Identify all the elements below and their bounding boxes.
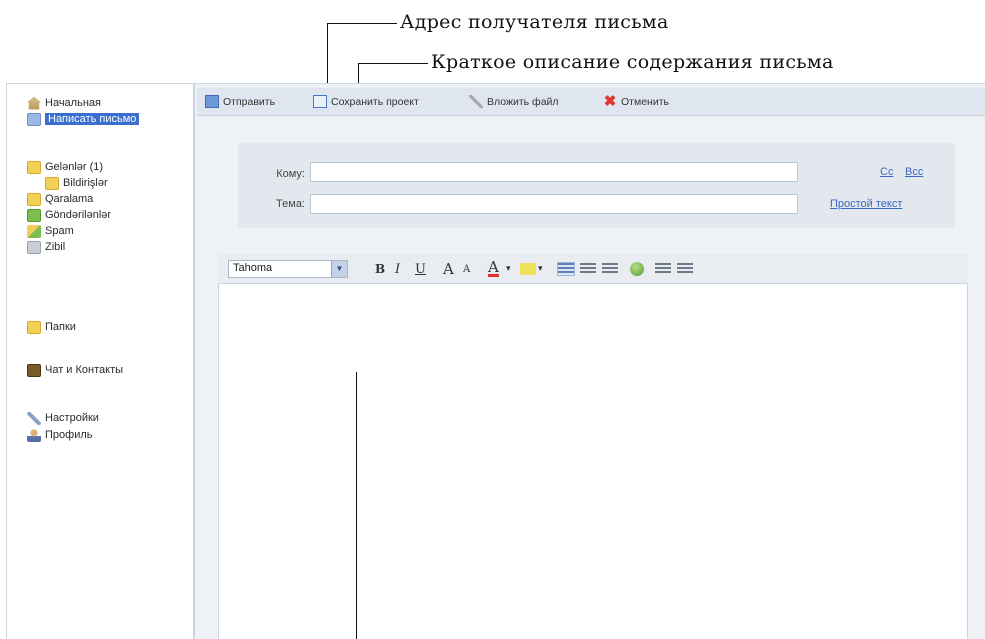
contacts-icon	[27, 363, 41, 377]
numbered-list-icon[interactable]	[655, 263, 671, 275]
bcc-link[interactable]: Bcc	[905, 166, 923, 178]
sidebar-item-chat-contacts[interactable]: Чат и Контакты	[27, 362, 123, 378]
bulleted-list-icon[interactable]	[677, 263, 693, 275]
leader-recipient-h	[327, 23, 397, 24]
bold-button[interactable]: B	[375, 260, 385, 278]
leader-body-v	[356, 372, 357, 639]
cc-link[interactable]: Cc	[880, 166, 893, 178]
editor-side-panel	[968, 254, 985, 639]
sidebar-item-label: Профиль	[45, 429, 93, 441]
spam-icon	[27, 224, 41, 238]
folder-icon	[27, 192, 41, 206]
chevron-down-icon: ▼	[331, 261, 347, 277]
cancel-label: Отменить	[621, 95, 669, 108]
sidebar-item-label: Bildirişlər	[63, 177, 108, 189]
align-right-icon[interactable]	[602, 263, 618, 275]
font-grow-button[interactable]: A	[443, 260, 454, 278]
subject-label: Тема:	[276, 198, 305, 210]
send-icon	[205, 95, 219, 108]
profile-icon	[27, 428, 41, 442]
settings-icon	[27, 411, 41, 425]
sidebar-item-folders[interactable]: Папки	[27, 319, 76, 335]
sidebar-item-profile[interactable]: Профиль	[27, 427, 93, 443]
highlight-dropdown-icon[interactable]: ▾	[538, 260, 543, 278]
sidebar: Начальная Написать письмо Gelənlər (1) B…	[7, 84, 195, 639]
align-left-icon[interactable]	[557, 262, 575, 276]
sidebar-item-label: Göndərilənlər	[45, 209, 112, 221]
underline-button[interactable]: U	[415, 260, 426, 278]
sidebar-item-label: Настройки	[45, 412, 99, 424]
message-body-editor[interactable]	[218, 284, 968, 639]
send-label: Отправить	[223, 95, 276, 108]
send-button[interactable]: Отправить	[205, 95, 275, 108]
save-icon	[313, 95, 327, 108]
trash-icon	[27, 240, 41, 254]
sidebar-item-label: Gelənlər (1)	[45, 161, 104, 173]
home-icon	[27, 96, 41, 110]
format-toolbar: Tahoma ▼ B I U A A A ▾ ▾	[218, 254, 968, 284]
save-draft-button[interactable]: Сохранить проект	[313, 95, 419, 108]
sidebar-item-sent[interactable]: Göndərilənlər	[27, 207, 111, 223]
sidebar-item-trash[interactable]: Zibil	[27, 239, 65, 255]
align-center-icon[interactable]	[580, 263, 596, 275]
to-label: Кому:	[276, 168, 305, 180]
sidebar-item-label: Чат и Контакты	[45, 364, 124, 376]
sidebar-item-label: Spam	[45, 225, 74, 237]
sidebar-item-label: Qaralama	[45, 193, 94, 205]
italic-button[interactable]: I	[395, 260, 400, 278]
compose-header	[238, 143, 955, 228]
sidebar-item-home[interactable]: Начальная	[27, 95, 101, 111]
compose-icon	[27, 112, 41, 126]
attach-icon	[469, 95, 483, 108]
annotation-subject: Краткое описание содержания письма	[431, 51, 834, 73]
sidebar-item-notifications[interactable]: Bildirişlər	[45, 175, 108, 191]
font-select-value: Tahoma	[233, 262, 273, 274]
attach-label: Вложить файл	[487, 95, 559, 108]
sidebar-item-spam[interactable]: Spam	[27, 223, 74, 239]
sidebar-item-drafts[interactable]: Qaralama	[27, 191, 93, 207]
sidebar-item-label: Папки	[45, 321, 76, 333]
sidebar-item-label: Начальная	[45, 97, 101, 109]
sent-icon	[27, 208, 41, 222]
sidebar-item-compose[interactable]: Написать письмо	[27, 111, 140, 127]
leader-subject-h	[358, 63, 428, 64]
compose-toolbar: Отправить Сохранить проект Вложить файл …	[197, 88, 985, 116]
subject-field[interactable]	[310, 194, 798, 214]
folder-icon	[27, 160, 41, 174]
attach-file-button[interactable]: Вложить файл	[469, 95, 559, 108]
sidebar-item-inbox[interactable]: Gelənlər (1)	[27, 159, 103, 175]
sidebar-item-label: Написать письмо	[45, 113, 140, 125]
folder-icon	[27, 320, 41, 334]
folder-icon	[45, 176, 59, 190]
font-select[interactable]: Tahoma ▼	[228, 260, 348, 278]
save-draft-label: Сохранить проект	[331, 95, 419, 108]
annotation-recipient: Адрес получателя письма	[400, 11, 669, 33]
cancel-button[interactable]: ✖ Отменить	[603, 93, 669, 110]
plain-text-link[interactable]: Простой текст	[830, 198, 902, 210]
to-field[interactable]	[310, 162, 798, 182]
text-color-dropdown-icon[interactable]: ▾	[506, 260, 511, 278]
close-icon: ✖	[603, 93, 617, 110]
insert-image-icon[interactable]	[630, 262, 644, 276]
sidebar-item-label: Zibil	[45, 241, 66, 253]
font-shrink-button[interactable]: A	[463, 260, 470, 278]
text-color-button[interactable]: A	[488, 258, 499, 277]
sidebar-item-settings[interactable]: Настройки	[27, 410, 99, 426]
highlight-icon[interactable]	[520, 263, 536, 275]
